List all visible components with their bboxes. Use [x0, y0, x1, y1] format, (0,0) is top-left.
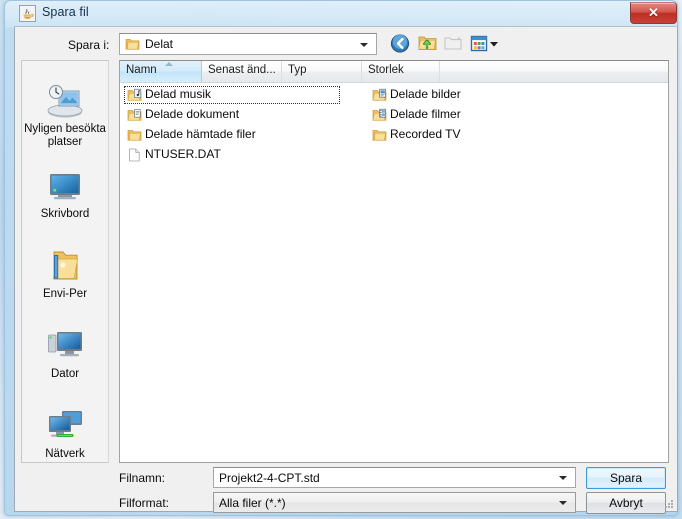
place-label: Envi-Per	[42, 288, 88, 300]
file-name: Recorded TV	[390, 127, 461, 141]
shared-pictures-folder-icon	[372, 88, 387, 101]
look-in-value: Delat	[145, 37, 174, 51]
shared-videos-folder-icon	[372, 108, 387, 121]
views-button[interactable]	[468, 32, 502, 55]
look-in-label: Spara i:	[68, 38, 110, 52]
place-label-2: platser	[47, 136, 83, 148]
window-title: Spara fil	[42, 5, 89, 19]
network-icon	[49, 411, 82, 437]
close-button[interactable]: ✕	[630, 2, 677, 24]
back-button[interactable]	[389, 32, 413, 55]
computer-icon	[48, 332, 82, 357]
place-label: Nätverk	[45, 448, 85, 460]
filename-label: Filnamn:	[119, 471, 166, 485]
file-list-item[interactable]: Delade hämtade filer	[124, 126, 340, 144]
filetype-label: Filformat:	[119, 496, 170, 510]
column-label: Namn	[126, 64, 157, 76]
file-name: Delade hämtade filer	[145, 127, 256, 141]
file-list-item[interactable]: Delade filmer	[369, 106, 585, 124]
file-list-header: Namn Senast änd... Typ Storlek	[120, 61, 668, 83]
place-item-network[interactable]: Nätverk	[24, 406, 106, 461]
column-header-storlek[interactable]: Storlek	[362, 61, 440, 82]
file-list[interactable]: Namn Senast änd... Typ Storlek Delad mus…	[119, 60, 669, 463]
up-folder-icon	[418, 36, 437, 50]
look-in-combobox[interactable]: Delat	[119, 33, 377, 55]
folder-icon	[127, 130, 142, 141]
file-name: Delad musik	[145, 87, 212, 101]
filename-value: Projekt2-4-CPT.std	[219, 471, 320, 485]
column-header-filler[interactable]	[440, 61, 668, 82]
file-name: Delade dokument	[145, 107, 240, 121]
places-bar: Nyligen besökta platser Skrivbord Envi-P…	[21, 60, 109, 463]
place-item-computer[interactable]: Dator	[24, 326, 106, 381]
desktop-icon	[50, 174, 80, 200]
column-header-senast-andrad[interactable]: Senast änd...	[202, 61, 282, 82]
close-icon: ✕	[648, 5, 659, 20]
chevron-down-icon[interactable]	[559, 501, 567, 505]
column-label: Typ	[288, 64, 307, 76]
back-arrow-icon	[390, 34, 410, 53]
window-frame: Spara fil ✕ Spara i: Delat Nyligen besök…	[4, 0, 678, 516]
shared-music-folder-icon	[127, 88, 142, 101]
dialog-client-area: Spara i: Delat Nyligen besökta platser S…	[14, 26, 678, 514]
column-header-namn[interactable]: Namn	[120, 61, 202, 82]
file-name: NTUSER.DAT	[145, 147, 221, 161]
cancel-button[interactable]: Avbryt	[586, 492, 666, 514]
place-item-user[interactable]: Envi-Per	[24, 246, 106, 301]
views-icon	[470, 35, 498, 52]
java-cup-icon	[19, 5, 36, 22]
save-file-dialog: Spara fil ✕ Spara i: Delat Nyligen besök…	[0, 0, 682, 519]
file-list-item[interactable]: Delade bilder	[369, 86, 585, 104]
user-folder-icon	[52, 251, 79, 280]
column-label: Storlek	[368, 64, 404, 76]
resize-grip[interactable]	[662, 497, 675, 510]
up-one-level-button[interactable]	[416, 32, 440, 55]
folder-icon	[125, 39, 140, 50]
generic-file-icon	[129, 148, 140, 162]
place-item-desktop[interactable]: Skrivbord	[24, 166, 106, 221]
place-label: Skrivbord	[40, 208, 90, 220]
file-list-item[interactable]: NTUSER.DAT	[124, 146, 340, 164]
filetype-value: Alla filer (*.*)	[219, 496, 286, 510]
file-list-item[interactable]: Recorded TV	[369, 126, 585, 144]
file-name: Delade bilder	[390, 87, 461, 101]
filetype-select[interactable]: Alla filer (*.*)	[213, 492, 576, 513]
file-list-item[interactable]: Delad musik	[124, 86, 340, 104]
file-list-item[interactable]: Delade dokument	[124, 106, 340, 124]
place-label: Nyligen besökta	[24, 123, 106, 135]
chevron-down-icon[interactable]	[559, 476, 567, 480]
folder-icon	[372, 130, 387, 141]
title-bar[interactable]: Spara fil ✕	[5, 1, 679, 27]
column-label: Senast änd...	[208, 64, 276, 76]
place-label: Dator	[50, 368, 80, 380]
shared-documents-folder-icon	[127, 109, 142, 121]
place-item-recent[interactable]: Nyligen besökta platser	[24, 81, 106, 149]
recent-places-icon	[47, 85, 83, 118]
chevron-down-icon[interactable]	[360, 43, 368, 47]
new-folder-button[interactable]	[442, 32, 466, 55]
new-folder-icon	[444, 36, 462, 50]
filename-input[interactable]: Projekt2-4-CPT.std	[213, 467, 576, 488]
save-button-label: Spara	[609, 471, 643, 485]
sort-ascending-icon	[165, 62, 173, 66]
file-name: Delade filmer	[390, 107, 461, 121]
cancel-button-label: Avbryt	[609, 496, 643, 510]
save-button[interactable]: Spara	[586, 467, 666, 489]
column-header-typ[interactable]: Typ	[282, 61, 362, 82]
